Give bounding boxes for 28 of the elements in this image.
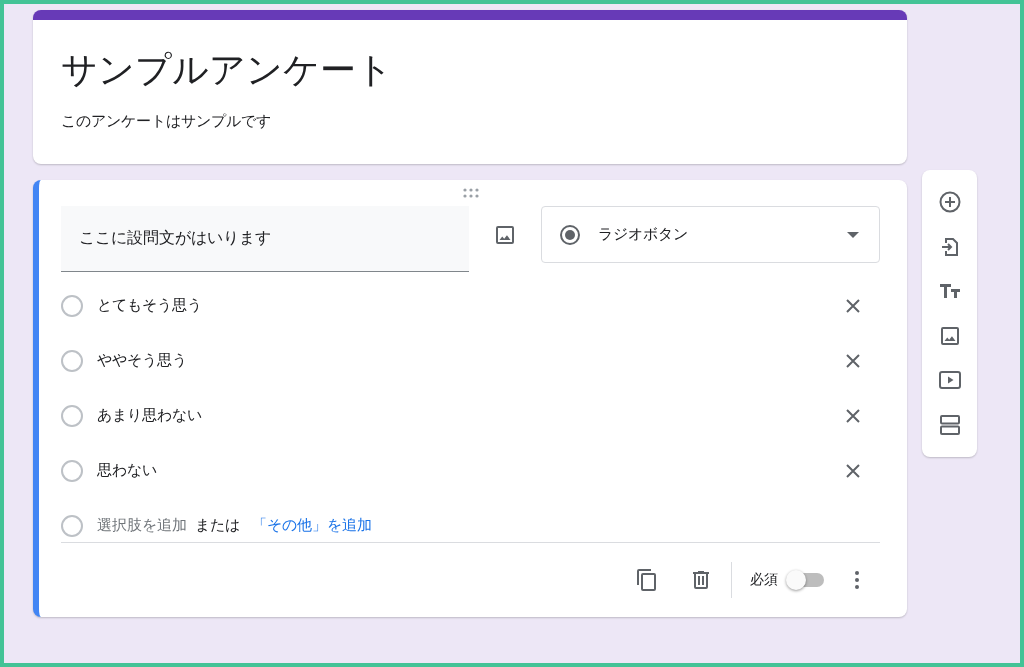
image-icon[interactable] xyxy=(493,223,517,247)
radio-button-icon xyxy=(558,222,582,247)
copy-icon[interactable] xyxy=(635,568,659,592)
add-option-link[interactable]: 選択肢を追加 xyxy=(97,516,187,535)
form-description: このアンケートはサンプルです xyxy=(61,112,272,131)
close-icon[interactable] xyxy=(846,463,860,478)
question-input-field[interactable]: ここに設問文がはいります xyxy=(61,206,469,272)
option-label[interactable]: とてもそう思う xyxy=(97,296,846,315)
add-circle-icon[interactable] xyxy=(937,190,962,215)
form-title: サンプルアンケート xyxy=(61,48,394,92)
radio-button[interactable] xyxy=(61,404,83,427)
option-label[interactable]: ややそう思う xyxy=(97,351,846,370)
more-options-icon[interactable] xyxy=(854,570,860,590)
section-icon[interactable] xyxy=(937,412,962,437)
caret-icon xyxy=(847,231,859,238)
drag-handle-icon[interactable] xyxy=(462,188,480,198)
close-icon[interactable] xyxy=(846,408,860,423)
close-icon[interactable] xyxy=(846,298,860,313)
required-label: 必須 xyxy=(750,571,778,589)
radio-button[interactable] xyxy=(61,294,83,317)
or-text: または xyxy=(195,516,240,535)
close-icon[interactable] xyxy=(846,353,860,368)
option-label[interactable]: あまり思わない xyxy=(97,406,846,425)
add-other-link[interactable]: 「その他」を追加 xyxy=(252,516,372,535)
radio-button[interactable] xyxy=(61,349,83,372)
radio-button[interactable] xyxy=(61,459,83,482)
option-label[interactable]: 思わない xyxy=(97,461,846,480)
question-type-dropdown[interactable]: ラジオボタン xyxy=(541,206,880,263)
